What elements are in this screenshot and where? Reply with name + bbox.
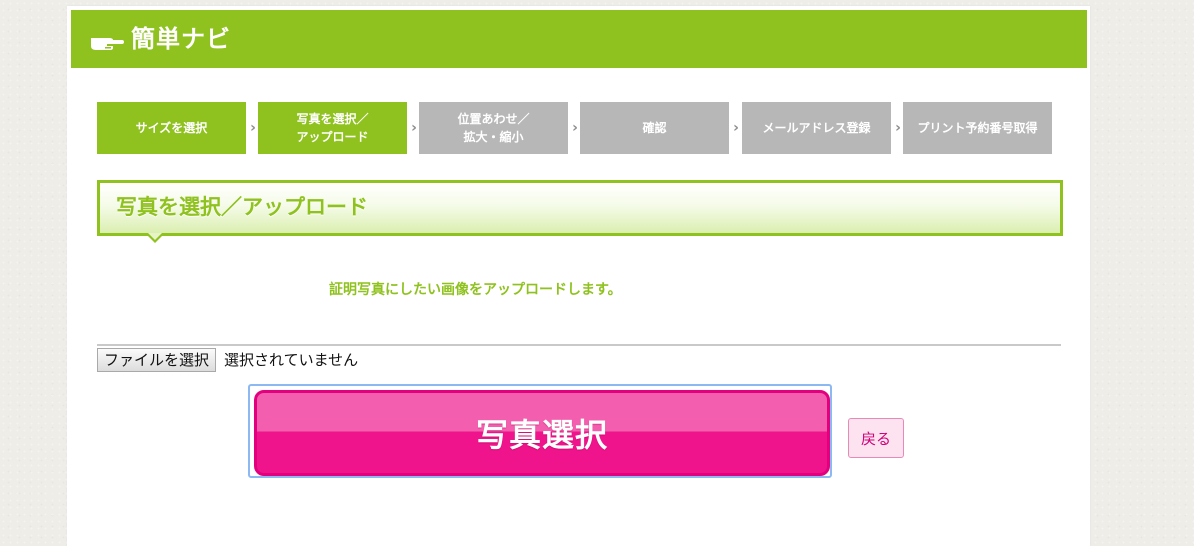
header-bar: 簡単ナビ	[71, 10, 1087, 68]
select-photo-button[interactable]: 写真選択	[254, 390, 830, 476]
main-panel: 簡単ナビ サイズを選択 › 写真を選択／ アップロード › 位置あわせ／ 拡大・…	[67, 6, 1090, 546]
page-title: 簡単ナビ	[131, 25, 231, 53]
submit-focus-ring: 写真選択	[248, 384, 832, 478]
file-input: ファイルを選択 選択されていません	[97, 347, 358, 373]
step-confirm: 確認	[580, 102, 729, 154]
upload-instruction: 証明写真にしたい画像をアップロードします。	[329, 282, 622, 298]
step-navigation: サイズを選択 › 写真を選択／ アップロード › 位置あわせ／ 拡大・縮小 › …	[97, 102, 1057, 154]
section-title: 写真を選択／アップロード	[116, 195, 368, 219]
step-email-registration: メールアドレス登録	[742, 102, 891, 154]
back-button[interactable]: 戻る	[848, 418, 904, 458]
step-position-zoom: 位置あわせ／ 拡大・縮小	[419, 102, 568, 154]
section-header: 写真を選択／アップロード	[97, 180, 1063, 243]
choose-file-button[interactable]: ファイルを選択	[97, 348, 217, 372]
step-select-upload: 写真を選択／ アップロード	[258, 102, 407, 154]
divider	[97, 344, 1061, 346]
section-pointer-inner	[148, 233, 162, 240]
pointing-hand-icon	[91, 38, 124, 50]
chevron-right-icon: ›	[733, 120, 739, 136]
step-reservation-number: プリント予約番号取得	[903, 102, 1052, 154]
step-select-size: サイズを選択	[97, 102, 246, 154]
file-status: 選択されていません	[224, 351, 359, 369]
